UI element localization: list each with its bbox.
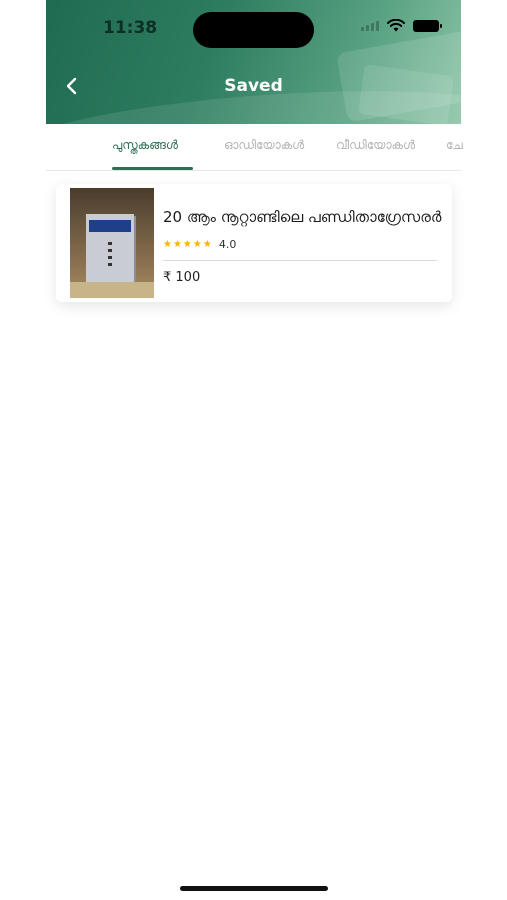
saved-book-card[interactable]: 20 ആം നൂറ്റാണ്ടിലെ പണ്ഡിതാഗ്രേസരർ ★★★★★ … xyxy=(56,184,452,302)
status-icons xyxy=(361,19,442,32)
tab-videos[interactable]: വീഡിയോകൾ xyxy=(336,138,415,153)
cover-footprints xyxy=(108,242,112,268)
dynamic-island xyxy=(193,12,314,48)
page-title: Saved xyxy=(224,76,283,96)
battery-icon xyxy=(413,19,442,32)
rating-value: 4.0 xyxy=(218,238,237,251)
tab-more[interactable]: ചേ xyxy=(446,138,463,153)
tab-books[interactable]: പുസ്തകങ്ങൾ xyxy=(112,138,178,153)
status-time: 11:38 xyxy=(103,18,158,38)
signal-icon xyxy=(361,20,379,31)
divider xyxy=(163,260,437,261)
cover-title-band xyxy=(89,220,131,232)
category-tabs: പുസ്തകങ്ങൾ ഓഡിയോകൾ വീഡിയോകൾ ചേ xyxy=(46,124,463,171)
wifi-icon xyxy=(387,19,405,32)
active-tab-indicator xyxy=(112,167,193,170)
book-price: ₹ 100 xyxy=(163,270,201,285)
header-banner: 11:38 Saved xyxy=(46,0,461,124)
book-rating: ★★★★★ 4.0 xyxy=(163,238,236,251)
book-cover-image xyxy=(70,188,154,298)
star-icon: ★★★★★ xyxy=(163,239,213,250)
book-cover-graphic xyxy=(86,214,134,284)
home-indicator[interactable] xyxy=(180,886,328,891)
cover-ground xyxy=(70,282,154,298)
app-screen: 11:38 Saved പുസ്തകങ്ങൾ ഓഡിയോകൾ വീഡിയോകൾ … xyxy=(46,0,463,900)
tab-audios[interactable]: ഓഡിയോകൾ xyxy=(224,138,304,153)
book-title: 20 ആം നൂറ്റാണ്ടിലെ പണ്ഡിതാഗ്രേസരർ xyxy=(163,208,442,226)
